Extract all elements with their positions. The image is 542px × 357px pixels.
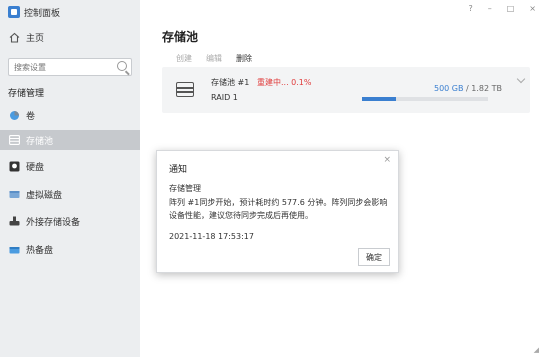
delete-button[interactable]: 删除 — [236, 53, 252, 64]
chevron-down-icon[interactable] — [516, 74, 526, 84]
home-icon — [8, 31, 20, 43]
storage-pool-card[interactable]: 存储池 #1 重建中... 0.1% RAID 1 500 GB / 1.82 … — [162, 67, 530, 113]
sidebar-item-label: 存储池 — [26, 136, 54, 147]
close-icon[interactable]: × — [383, 155, 391, 165]
toolbar: 创建 编辑 删除 — [176, 53, 252, 64]
close-button[interactable]: × — [529, 4, 536, 13]
section-title-storage: 存储管理 — [8, 89, 45, 99]
pool-capacity: 500 GB / 1.82 TB — [434, 84, 502, 93]
help-button[interactable]: ? — [468, 4, 472, 13]
search-input[interactable] — [9, 59, 109, 75]
disk-array-icon — [176, 82, 194, 97]
virtual-disk-icon — [8, 188, 20, 200]
sidebar-item-virtual-disk[interactable]: 虚拟磁盘 — [0, 185, 140, 203]
page-title: 存储池 — [162, 30, 199, 44]
sidebar-item-hard-disk[interactable]: 硬盘 — [0, 157, 140, 175]
usage-bar-fill — [362, 97, 397, 101]
external-storage-icon — [8, 215, 20, 227]
storage-pool-icon — [8, 134, 20, 146]
ok-button[interactable]: 确定 — [358, 248, 390, 266]
dialog-message: 阵列 #1同步开始，预计耗时约 577.6 分钟。阵列同步会影响设备性能，建议您… — [169, 198, 388, 220]
hard-disk-icon — [8, 160, 20, 172]
sidebar-item-label: 外接存储设备 — [26, 217, 81, 228]
search-box — [8, 58, 132, 76]
volume-icon — [8, 109, 20, 121]
sidebar: 控制面板 主页 存储管理 卷 存储池 硬盘 虚拟磁盘 — [0, 0, 140, 357]
sidebar-item-label: 热备盘 — [26, 245, 54, 256]
notification-dialog: 通知 × 存储管理 阵列 #1同步开始，预计耗时约 577.6 分钟。阵列同步会… — [156, 150, 399, 273]
sidebar-item-storage-pool[interactable]: 存储池 — [0, 130, 140, 150]
maximize-button[interactable]: □ — [507, 4, 515, 13]
pool-status: 重建中... 0.1% — [257, 78, 312, 87]
sidebar-item-label: 虚拟磁盘 — [26, 190, 63, 201]
control-panel-icon — [8, 6, 20, 18]
sidebar-item-label: 主页 — [26, 33, 45, 44]
pool-name: 存储池 #1 — [211, 78, 250, 87]
app-title-label: 控制面板 — [24, 8, 61, 19]
edit-button[interactable]: 编辑 — [206, 53, 222, 64]
pool-total: 1.82 TB — [471, 84, 502, 93]
pool-raid-level: RAID 1 — [211, 93, 238, 102]
resize-grip-icon[interactable]: ◢ — [534, 346, 539, 354]
sidebar-item-hot-spare[interactable]: 热备盘 — [0, 240, 140, 258]
minimize-button[interactable]: – — [488, 4, 492, 13]
pool-used: 500 GB — [433, 84, 464, 93]
app-title: 控制面板 — [8, 5, 60, 19]
create-button[interactable]: 创建 — [176, 53, 192, 64]
window-controls: ? – □ × — [468, 4, 536, 13]
search-icon[interactable] — [117, 61, 127, 71]
sidebar-item-home[interactable]: 主页 — [0, 28, 140, 46]
sidebar-item-label: 卷 — [26, 111, 36, 122]
sidebar-item-volume[interactable]: 卷 — [0, 106, 140, 124]
usage-bar — [362, 97, 488, 101]
hot-spare-icon — [8, 243, 20, 255]
dialog-heading: 存储管理 — [169, 184, 201, 193]
sidebar-item-label: 硬盘 — [26, 162, 45, 173]
sidebar-item-external-storage[interactable]: 外接存储设备 — [0, 212, 140, 230]
dialog-timestamp: 2021-11-18 17:53:17 — [169, 232, 254, 241]
dialog-title: 通知 — [169, 165, 188, 175]
